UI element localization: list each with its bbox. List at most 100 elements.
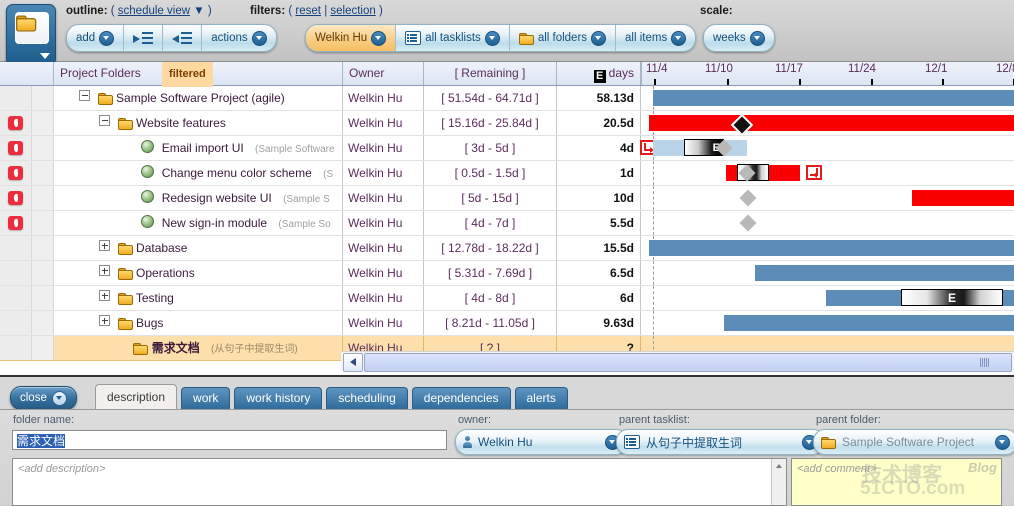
tab-alerts[interactable]: alerts [514,387,568,409]
table-row[interactable]: Testing Welkin Hu [ 4d - 8d ] 6d E [0,286,1014,311]
row-name-cell[interactable]: Database [54,236,343,260]
scroll-left-button[interactable] [343,353,363,372]
detail-panel-body: folder name: 需求文档 owner: Welkin Hu paren… [0,409,1014,506]
table-row[interactable]: Bugs Welkin Hu [ 8.21d - 11.05d ] 9.63d [0,311,1014,336]
table-row[interactable]: Email import UI (Sample Software Welkin … [0,136,1014,161]
tab-work-history[interactable]: work history [234,387,323,409]
actions-button[interactable]: actions [202,25,275,51]
filtered-badge[interactable]: filtered [162,62,213,87]
chevron-down-icon[interactable] [251,30,267,46]
alert-flame-icon[interactable] [8,166,23,180]
table-row[interactable]: Sample Software Project (agile) Welkin H… [0,86,1014,111]
gantt-bar-late[interactable] [912,190,1014,206]
filters-reset-link[interactable]: reset [295,5,321,17]
outdent-button[interactable] [163,25,203,51]
row-name-cell[interactable]: Testing [54,286,343,310]
row-gantt-cell[interactable]: E [641,286,1014,310]
chevron-down-icon[interactable] [591,30,607,46]
tab-description[interactable]: description [95,384,178,409]
horizontal-scrollbar[interactable] [341,351,1014,372]
app-logo-button[interactable] [6,4,56,66]
row-gantt-cell[interactable] [641,161,1014,185]
chevron-down-icon[interactable] [484,30,500,46]
indent-button[interactable] [124,25,164,51]
chevron-down-icon[interactable] [51,390,67,406]
description-scrollbar[interactable] [771,459,786,505]
gantt-bar-rollup[interactable] [724,315,1014,331]
chevron-down-icon[interactable] [371,30,387,46]
schedule-view-link[interactable]: schedule view [118,5,190,17]
table-row[interactable]: Redesign website UI (Sample S Welkin Hu … [0,186,1014,211]
row-name-cell[interactable]: Sample Software Project (agile) [54,86,343,110]
chevron-down-icon[interactable] [995,434,1010,450]
description-textarea[interactable]: <add description> [12,458,787,506]
filter-folders-button[interactable]: all folders [510,25,617,51]
parent-tasklist-select[interactable]: 从句子中提取生词 [616,429,825,455]
alert-flame-icon[interactable] [8,216,23,230]
folder-name-input[interactable]: 需求文档 [12,430,447,450]
filter-tasklists-button[interactable]: all tasklists [396,25,510,51]
milestone-diamond-icon[interactable] [739,214,757,232]
chevron-down-icon[interactable] [40,53,50,59]
table-row[interactable]: Change menu color scheme (S Welkin Hu [ … [0,161,1014,186]
row-gantt-cell[interactable] [641,261,1014,285]
row-expand-toggle[interactable] [99,265,111,276]
close-panel-button[interactable]: close [10,386,77,410]
gantt-bar-late[interactable] [649,115,1014,131]
row-name-cell[interactable]: Bugs [54,311,343,335]
alert-flame-icon[interactable] [8,141,23,155]
scroll-thumb[interactable] [364,353,1012,372]
filters-selection-link[interactable]: selection [330,5,375,17]
timeline-header[interactable]: 11/4 11/10 11/17 11/24 12/1 12/8 [641,62,1014,85]
column-header-remaining[interactable]: [ Remaining ] [424,62,557,85]
row-expand-toggle[interactable] [99,290,111,301]
table-row[interactable]: Database Welkin Hu [ 12.78d - 18.22d ] 1… [0,236,1014,261]
row-name-cell[interactable]: 需求文档 (从句子中提取生词) [54,336,343,360]
gantt-bar-rollup[interactable] [649,240,1014,256]
row-name-cell[interactable]: Change menu color scheme (S [54,161,343,185]
gantt-bar-rollup[interactable] [755,265,1014,281]
table-row[interactable]: New sign-in module (Sample So Welkin Hu … [0,211,1014,236]
row-gantt-cell[interactable] [641,236,1014,260]
row-gantt-cell[interactable]: E [640,136,1014,160]
row-name-cell[interactable]: Operations [54,261,343,285]
chevron-down-icon[interactable] [671,30,687,46]
row-name-cell[interactable]: Redesign website UI (Sample S [54,186,343,210]
row-name-cell[interactable]: Email import UI (Sample Software [54,136,343,160]
alert-flame-icon[interactable] [8,116,23,130]
row-name-cell[interactable]: New sign-in module (Sample So [54,211,343,235]
row-gantt-cell[interactable] [641,211,1014,235]
table-row[interactable]: Website features Welkin Hu [ 15.16d - 25… [0,111,1014,137]
gantt-bar-rollup[interactable] [653,90,1014,106]
alert-flame-icon[interactable] [8,191,23,205]
schedule-view-caret-icon[interactable]: ▼ [193,5,204,17]
tab-dependencies[interactable]: dependencies [411,387,511,409]
row-gantt-cell[interactable] [641,86,1014,110]
table-row[interactable]: Operations Welkin Hu [ 5.31d - 7.69d ] 6… [0,261,1014,286]
row-collapse-toggle[interactable] [99,115,111,126]
tab-scheduling[interactable]: scheduling [326,387,408,409]
dependency-successor-icon[interactable] [806,165,822,180]
scale-button[interactable]: weeks [704,25,774,51]
parent-folder-select[interactable]: Sample Software Project [813,429,1014,455]
row-gantt-cell[interactable] [641,111,1014,137]
row-gantt-cell[interactable] [641,311,1014,335]
row-collapse-toggle[interactable] [79,90,91,101]
row-expand-toggle[interactable] [99,240,111,251]
row-gantt-cell[interactable] [641,186,1014,210]
gantt-progress-box[interactable]: E [901,289,1003,306]
filter-items-button[interactable]: all items [616,25,695,51]
tab-work[interactable]: work [181,387,231,409]
filter-owner-button[interactable]: Welkin Hu [306,25,397,51]
column-header-days[interactable]: Edays [557,62,641,85]
chevron-down-icon[interactable] [749,30,765,46]
chevron-down-icon[interactable] [99,30,115,46]
comment-textarea[interactable]: <add comment> [791,458,1002,506]
row-expand-toggle[interactable] [99,315,111,326]
add-button[interactable]: add [67,25,125,51]
row-name-cell[interactable]: Website features [54,111,343,135]
owner-select[interactable]: Welkin Hu [455,429,628,455]
milestone-diamond-icon[interactable] [739,189,757,207]
column-header-project-folders[interactable]: Project Folders filtered [54,62,343,87]
column-header-owner[interactable]: Owner [343,62,424,85]
